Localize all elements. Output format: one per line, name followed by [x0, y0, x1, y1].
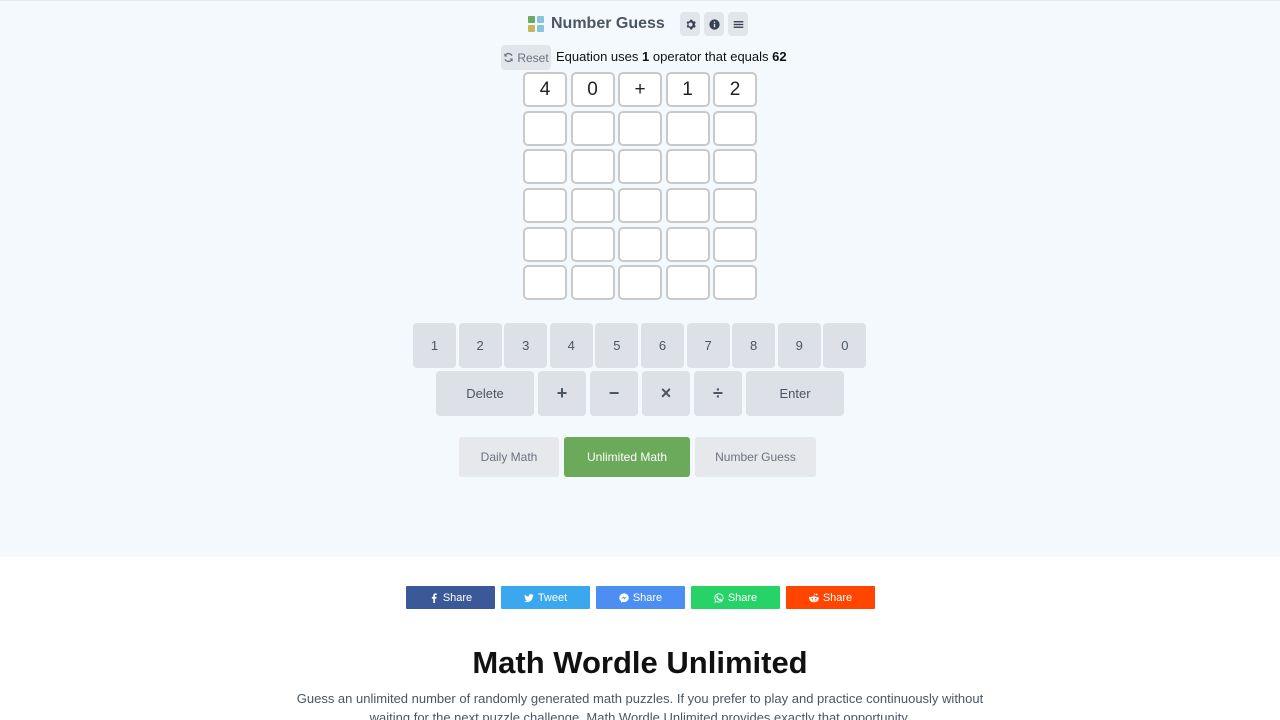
grid-cell	[523, 110, 567, 146]
grid-cell	[713, 110, 757, 146]
grid-cell	[523, 226, 567, 262]
key-minus[interactable]: −	[590, 371, 638, 416]
grid-cell	[618, 226, 662, 262]
facebook-share-button[interactable]: Share	[406, 586, 495, 609]
grid-cell: 1	[665, 72, 710, 107]
reddit-share-button[interactable]: Share	[786, 586, 875, 609]
key-6[interactable]: 6	[640, 323, 684, 368]
logo-tile	[537, 16, 544, 23]
messenger-share-button[interactable]: Share	[596, 586, 685, 609]
unlimited-math-button[interactable]: Unlimited Math	[564, 437, 690, 477]
whatsapp-share-button[interactable]: Share	[691, 586, 780, 609]
key-8[interactable]: 8	[732, 323, 776, 368]
app-title: Number Guess	[551, 15, 665, 32]
settings-button[interactable]	[680, 12, 700, 36]
reset-label: Reset	[517, 50, 549, 65]
operator-key-row: Delete + − × ÷ Enter	[436, 371, 844, 416]
messenger-share-label: Share	[632, 591, 663, 604]
info-icon	[708, 18, 720, 30]
grid-cell	[618, 188, 662, 224]
whatsapp-share-label: Share	[727, 591, 758, 604]
menu-button[interactable]	[728, 12, 748, 36]
facebook-share-label: Share	[442, 591, 473, 604]
whatsapp-icon	[714, 592, 724, 603]
grid-cell	[665, 110, 710, 146]
twitter-share-label: Tweet	[537, 591, 568, 604]
reset-button[interactable]: Reset	[501, 45, 551, 70]
refresh-icon	[504, 52, 513, 63]
grid-cell: 2	[713, 72, 757, 107]
grid-cell	[713, 265, 757, 301]
key-9[interactable]: 9	[777, 323, 821, 368]
key-0[interactable]: 0	[823, 323, 867, 368]
grid-cell	[523, 188, 567, 224]
reddit-share-label: Share	[822, 591, 853, 604]
grid-cell: +	[618, 72, 662, 107]
logo-tile	[537, 25, 544, 32]
grid-cell	[618, 110, 662, 146]
app-header: Number Guess	[528, 11, 665, 37]
key-plus[interactable]: +	[538, 371, 586, 416]
app-logo-icon	[528, 16, 544, 32]
facebook-icon	[431, 592, 437, 603]
key-7[interactable]: 7	[686, 323, 730, 368]
key-2[interactable]: 2	[458, 323, 502, 368]
grid-cell	[713, 149, 757, 185]
key-4[interactable]: 4	[549, 323, 593, 368]
key-3[interactable]: 3	[504, 323, 548, 368]
menu-icon	[733, 20, 743, 28]
equation-middle: operator that equals	[652, 49, 769, 64]
messenger-icon	[619, 592, 629, 603]
target-value: 62	[772, 49, 787, 64]
gear-icon	[686, 19, 696, 29]
grid-cell	[665, 226, 710, 262]
grid-cell	[570, 149, 615, 185]
page-description: Guess an unlimited number of randomly ge…	[296, 691, 984, 720]
grid-cell	[523, 265, 567, 301]
logo-tile	[528, 25, 535, 32]
key-multiply[interactable]: ×	[642, 371, 690, 416]
grid-cell: 4	[523, 72, 567, 107]
twitter-share-button[interactable]: Tweet	[501, 586, 590, 609]
page-heading: Math Wordle Unlimited	[472, 645, 808, 680]
delete-key[interactable]: Delete	[436, 371, 534, 416]
grid-cell	[618, 149, 662, 185]
grid-cell	[570, 188, 615, 224]
digit-key-row: 1 2 3 4 5 6 7 8 9 0	[413, 323, 867, 368]
grid-cell	[523, 149, 567, 185]
grid-cell	[570, 265, 615, 301]
key-1[interactable]: 1	[413, 323, 456, 368]
grid-cell	[713, 188, 757, 224]
daily-math-button[interactable]: Daily Math	[459, 437, 559, 477]
info-button[interactable]	[704, 12, 724, 36]
key-divide[interactable]: ÷	[694, 371, 742, 416]
operator-count: 1	[642, 49, 650, 64]
twitter-icon	[524, 593, 534, 602]
share-bar: Share Tweet Share Share Share	[406, 586, 875, 609]
logo-tile	[528, 16, 535, 23]
key-5[interactable]: 5	[595, 323, 639, 368]
reddit-icon	[808, 593, 819, 602]
grid-cell	[618, 265, 662, 301]
game-area: Number Guess Reset Equation uses 1 opera…	[0, 0, 1280, 557]
grid-cell	[665, 188, 710, 224]
grid-cell	[570, 110, 615, 146]
mode-selector: Daily Math Unlimited Math Number Guess	[459, 437, 816, 477]
grid-cell	[665, 265, 710, 301]
equation-prefix: Equation uses	[556, 49, 639, 64]
equation-hint: Equation uses 1 operator that equals 62	[556, 49, 787, 64]
grid-cell	[665, 149, 710, 185]
grid-cell: 0	[570, 72, 615, 107]
grid-cell	[570, 226, 615, 262]
grid-cell	[713, 226, 757, 262]
number-guess-button[interactable]: Number Guess	[695, 437, 816, 477]
enter-key[interactable]: Enter	[746, 371, 844, 416]
guess-grid: 4 0 + 1 2	[523, 72, 757, 301]
